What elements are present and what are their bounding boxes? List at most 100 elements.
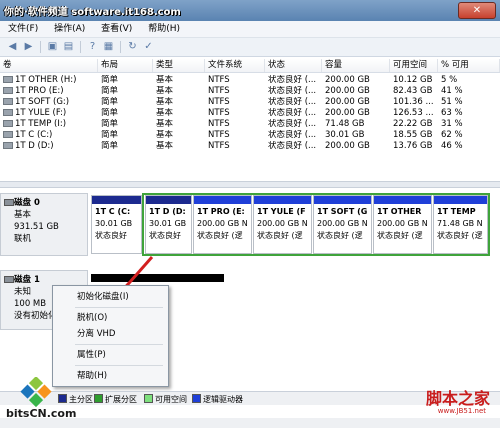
partition-name: 1T C (C: [95,207,131,216]
menu-view[interactable]: 查看(V) [93,21,137,36]
menu-initialize-disk[interactable]: 初始化磁盘(I) [77,291,129,303]
col-free[interactable]: 可用空间 [390,59,438,72]
disk0-state: 联机 [14,234,32,244]
cell-type: 基本 [156,130,174,140]
table-row[interactable]: 1T OTHER (H:) 简单 基本 NTFS 状态良好 (... 200.00 GB 1… [0,75,500,86]
toolbar-separator [80,41,81,53]
col-volume[interactable]: 卷 [0,59,98,72]
table-row[interactable]: 1T YULE (F:) 简单 基本 NTFS 状态良好 (... 200.00 GB 12… [0,108,500,119]
cell-volume: 1T OTHER (H:) [0,75,98,86]
col-percent[interactable]: % 可用 [438,59,500,72]
cell-volume: 1T TEMP (I:) [0,119,98,130]
cell-volume: 1T C (C:) [0,130,98,141]
drive-icon [3,142,13,149]
cell-volume: 1T SOFT (G:) [0,97,98,108]
cell-type: 基本 [156,75,174,85]
menu-properties[interactable]: 属性(P) [77,349,106,361]
properties-icon[interactable]: ▦ [102,40,115,53]
cell-capacity: 200.00 GB [325,86,370,96]
cell-layout: 简单 [101,86,119,96]
partition-bar [92,196,141,204]
cell-free: 18.55 GB [393,130,433,140]
table-row[interactable]: 1T C (C:) 简单 基本 NTFS 状态良好 (... 30.01 GB 18.55 … [0,130,500,141]
cell-layout: 简单 [101,141,119,151]
cell-type: 基本 [156,97,174,107]
cell-status: 状态良好 (... [268,108,317,118]
partition-c[interactable]: 1T C (C: 30.01 GB 状态良好 [91,195,142,254]
cell-capacity: 200.00 GB [325,97,370,107]
cell-fs: NTFS [208,130,230,140]
close-button[interactable]: ✕ [458,2,496,19]
cell-type: 基本 [156,119,174,129]
drive-icon [3,109,13,116]
legend-swatch [144,394,153,403]
col-layout[interactable]: 布局 [98,59,153,72]
partition-size: 30.01 GB [95,219,133,228]
col-capacity[interactable]: 容量 [322,59,390,72]
disk-icon [4,276,14,283]
col-type[interactable]: 类型 [153,59,205,72]
forward-icon[interactable]: ▶ [22,40,35,53]
col-status[interactable]: 状态 [265,59,322,72]
menu-help[interactable]: 帮助(H) [140,21,185,36]
drive-icon [3,98,13,105]
cell-type: 基本 [156,141,174,151]
pane-divider[interactable] [0,181,500,188]
disk0-name: 磁盘 0 [14,198,40,208]
context-menu: 初始化磁盘(I) 脱机(O) 分离 VHD 属性(P) 帮助(H) [52,285,169,387]
cell-fs: NTFS [208,75,230,85]
cell-pct: 41 % [441,86,463,96]
toolbar-separator [40,41,41,53]
col-filesystem[interactable]: 文件系统 [205,59,265,72]
back-icon[interactable]: ◀ [6,40,19,53]
refresh-icon[interactable]: ↻ [126,40,139,53]
cell-status: 状态良好 (... [268,119,317,129]
cell-status: 状态良好 (... [268,97,317,107]
menu-separator [75,307,163,308]
cell-layout: 简单 [101,97,119,107]
legend-swatch [192,394,201,403]
cell-fs: NTFS [208,141,230,151]
cell-layout: 简单 [101,130,119,140]
title-bar: 你的·软件频道 software.it168.com ✕ [0,0,500,21]
cell-pct: 5 % [441,75,458,85]
cell-fs: NTFS [208,97,230,107]
table-row[interactable]: 1T TEMP (I:) 简单 基本 NTFS 状态良好 (... 71.48 GB 22.… [0,119,500,130]
disk0-size: 931.51 GB [14,222,59,232]
check-icon[interactable]: ✓ [142,40,155,53]
table-row[interactable]: 1T D (D:) 简单 基本 NTFS 状态良好 (... 200.00 GB 13.76… [0,141,500,152]
cell-status: 状态良好 (... [268,141,317,151]
menu-file[interactable]: 文件(F) [0,21,43,36]
table-row[interactable]: 1T SOFT (G:) 简单 基本 NTFS 状态良好 (... 200.00 GB 10… [0,97,500,108]
cell-pct: 51 % [441,97,463,107]
drive-icon [3,76,13,83]
menu-offline[interactable]: 脱机(O) [77,312,107,324]
cell-capacity: 200.00 GB [325,75,370,85]
console-icon[interactable]: ▣ [46,40,59,53]
cell-volume: 1T D (D:) [0,141,98,152]
menu-separator [75,365,163,366]
list-icon[interactable]: ▤ [62,40,75,53]
menu-separator [75,344,163,345]
cell-fs: NTFS [208,108,230,118]
menu-bar: 文件(F) 操作(A) 查看(V) 帮助(H) [0,21,500,38]
toolbar-separator [120,41,121,53]
menu-action[interactable]: 操作(A) [46,21,90,36]
cell-volume: 1T YULE (F:) [0,108,98,119]
table-row[interactable]: 1T PRO (E:) 简单 基本 NTFS 状态良好 (... 200.00 GB 82.… [0,86,500,97]
watermark-text: 你的·软件频道 software.it168.com [4,7,181,18]
cell-pct: 62 % [441,130,463,140]
cell-capacity: 200.00 GB [325,108,370,118]
help-icon[interactable]: ? [86,40,99,53]
jb51-logo-url: www.JB51.net [437,407,486,415]
legend-extended: 扩展分区 [94,394,137,405]
cell-pct: 31 % [441,119,463,129]
cell-status: 状态良好 (... [268,130,317,140]
menu-detach-vhd[interactable]: 分离 VHD [77,328,115,340]
drive-icon [3,131,13,138]
cell-capacity: 71.48 GB [325,119,365,129]
disk0-label[interactable]: 磁盘 0 基本 931.51 GB 联机 [0,193,88,256]
cell-free: 10.12 GB [393,75,433,85]
cell-pct: 46 % [441,141,463,151]
disk0-type: 基本 [14,210,32,220]
